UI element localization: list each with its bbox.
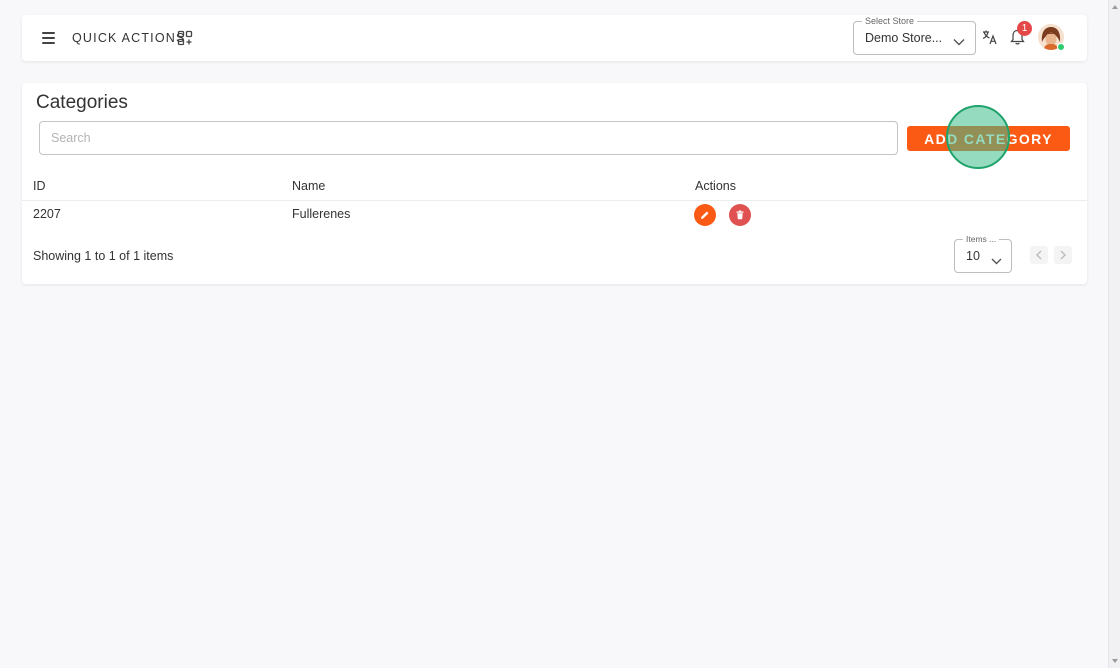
chevron-left-icon (1036, 250, 1042, 260)
cell-id: 2207 (33, 207, 61, 221)
pagination-summary: Showing 1 to 1 of 1 items (33, 249, 174, 263)
chevron-right-icon (1060, 250, 1066, 260)
add-category-button[interactable]: ADD CATEGORY (907, 126, 1070, 151)
store-select[interactable]: Select Store Demo Store... (853, 15, 976, 55)
top-header-bar: QUICK ACTIONS Select Store Demo Store...… (22, 15, 1087, 61)
store-select-value: Demo Store... (865, 31, 943, 45)
chevron-down-icon (991, 252, 1002, 270)
scroll-up-arrow-icon[interactable] (1112, 5, 1118, 9)
trash-icon (736, 210, 744, 220)
page-title: Categories (36, 92, 128, 113)
search-input[interactable] (39, 121, 898, 155)
next-page-button[interactable] (1054, 246, 1072, 264)
column-header-actions: Actions (695, 179, 736, 193)
menu-icon[interactable] (40, 29, 58, 47)
items-per-page-legend: Items ... (963, 233, 1000, 245)
scroll-down-arrow-icon[interactable] (1112, 659, 1118, 663)
categories-card: Categories ADD CATEGORY ID Name Actions … (22, 83, 1087, 284)
edit-button[interactable] (694, 204, 716, 226)
translate-icon[interactable] (982, 29, 998, 50)
delete-button[interactable] (729, 204, 751, 226)
pencil-icon (701, 211, 709, 219)
column-header-name[interactable]: Name (292, 179, 325, 193)
quick-actions-label[interactable]: QUICK ACTIONS (72, 31, 186, 45)
online-status-dot (1057, 43, 1065, 51)
previous-page-button[interactable] (1030, 246, 1048, 264)
chevron-down-icon (953, 33, 965, 51)
cell-name: Fullerenes (292, 207, 351, 221)
items-per-page-select[interactable]: Items ... 10 (954, 233, 1012, 273)
notification-badge: 1 (1017, 21, 1032, 36)
store-select-legend: Select Store (862, 15, 918, 27)
items-per-page-value: 10 (966, 249, 980, 263)
table-header-divider (22, 200, 1087, 201)
page-scrollbar[interactable] (1108, 0, 1120, 668)
grid-plus-icon[interactable] (177, 30, 193, 46)
column-header-id[interactable]: ID (33, 179, 46, 193)
